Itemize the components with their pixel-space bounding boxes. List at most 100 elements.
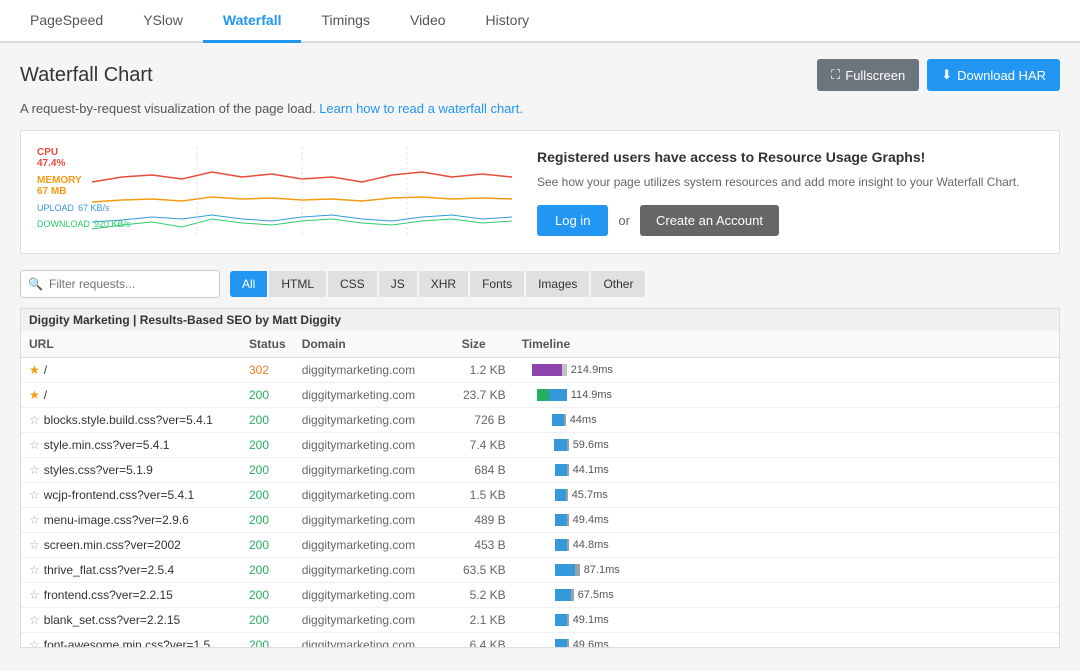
subtitle: A request-by-request visualization of th… (20, 101, 1060, 116)
cell-domain: diggitymarketing.com (294, 433, 454, 458)
table-row[interactable]: ★/200diggitymarketing.com23.7 KB114.9ms (21, 383, 1059, 408)
cell-timeline: 87.1ms (514, 558, 1059, 583)
filter-btn-other[interactable]: Other (591, 271, 645, 297)
cell-timeline: 45.7ms (514, 483, 1059, 508)
table-row[interactable]: ☆blocks.style.build.css?ver=5.4.1200digg… (21, 408, 1059, 433)
table-row[interactable]: ☆wcjp-frontend.css?ver=5.4.1200diggityma… (21, 483, 1059, 508)
cell-domain: diggitymarketing.com (294, 458, 454, 483)
resource-info: Registered users have access to Resource… (537, 149, 1043, 236)
cell-status: 200 (241, 408, 294, 433)
cell-size: 7.4 KB (454, 433, 514, 458)
login-button[interactable]: Log in (537, 205, 608, 236)
cell-size: 1.2 KB (454, 358, 514, 383)
timing-label: 59.6ms (573, 439, 609, 451)
table-row[interactable]: ☆style.min.css?ver=5.4.1200diggitymarket… (21, 433, 1059, 458)
timing-label: 49.1ms (573, 614, 609, 626)
timing-label: 114.9ms (571, 389, 612, 401)
tab-yslow[interactable]: YSlow (123, 0, 203, 43)
cell-timeline: 44ms (514, 408, 1059, 433)
cell-domain: diggitymarketing.com (294, 508, 454, 533)
cell-timeline: 49.6ms (514, 633, 1059, 649)
cell-url: ★/ (21, 358, 241, 383)
row-star-icon: ☆ (29, 413, 40, 427)
tab-history[interactable]: History (466, 0, 550, 43)
timing-label: 67.5ms (578, 589, 614, 601)
cell-status: 200 (241, 458, 294, 483)
cell-timeline: 49.4ms (514, 508, 1059, 533)
filter-input[interactable] (20, 270, 220, 298)
col-header-size: Size (454, 331, 514, 358)
filter-btn-html[interactable]: HTML (269, 271, 326, 297)
col-header-timeline: Timeline (514, 331, 1059, 358)
cell-size: 726 B (454, 408, 514, 433)
row-star-icon: ☆ (29, 613, 40, 627)
table-row[interactable]: ☆thrive_flat.css?ver=2.5.4200diggitymark… (21, 558, 1059, 583)
waterfall-help-link[interactable]: Learn how to read a waterfall chart. (319, 101, 523, 116)
cell-size: 5.2 KB (454, 583, 514, 608)
create-account-button[interactable]: Create an Account (640, 205, 779, 236)
cpu-label: CPU 47.4% (37, 147, 131, 169)
table-row[interactable]: ☆menu-image.css?ver=2.9.6200diggitymarke… (21, 508, 1059, 533)
memory-label: MEMORY 67 MB (37, 175, 131, 197)
site-title-row: Diggity Marketing | Results-Based SEO by… (21, 309, 1059, 331)
table-row[interactable]: ☆frontend.css?ver=2.2.15200diggitymarket… (21, 583, 1059, 608)
timing-label: 45.7ms (572, 489, 608, 501)
cell-domain: diggitymarketing.com (294, 608, 454, 633)
tab-timings[interactable]: Timings (301, 0, 390, 43)
filter-btn-css[interactable]: CSS (328, 271, 377, 297)
cell-status: 200 (241, 483, 294, 508)
resource-info-title: Registered users have access to Resource… (537, 149, 1043, 165)
cell-status: 200 (241, 508, 294, 533)
filter-row: 🔍 AllHTMLCSSJSXHRFontsImagesOther (20, 270, 1060, 298)
waterfall-table-wrapper[interactable]: Diggity Marketing | Results-Based SEO by… (20, 308, 1060, 648)
tab-pagespeed[interactable]: PageSpeed (10, 0, 123, 43)
filter-btn-fonts[interactable]: Fonts (470, 271, 524, 297)
cell-url: ☆blocks.style.build.css?ver=5.4.1 (21, 408, 241, 433)
cell-url: ☆blank_set.css?ver=2.2.15 (21, 608, 241, 633)
table-row[interactable]: ☆font-awesome.min.css?ver=1.5200diggitym… (21, 633, 1059, 649)
col-header-domain: Domain (294, 331, 454, 358)
timing-label: 44ms (570, 414, 597, 426)
cell-size: 63.5 KB (454, 558, 514, 583)
tab-video[interactable]: Video (390, 0, 466, 43)
filter-btn-js[interactable]: JS (379, 271, 417, 297)
cell-url: ★/ (21, 383, 241, 408)
timing-label: 44.8ms (573, 539, 609, 551)
resource-graph-svg (92, 147, 512, 237)
main-content: Waterfall Chart ⛶ Fullscreen ⬇ Download … (0, 43, 1080, 664)
filter-btn-xhr[interactable]: XHR (419, 271, 468, 297)
tab-waterfall[interactable]: Waterfall (203, 0, 302, 43)
cell-url: ☆screen.min.css?ver=2002 (21, 533, 241, 558)
row-star-icon: ★ (29, 363, 40, 377)
cell-domain: diggitymarketing.com (294, 383, 454, 408)
fullscreen-icon: ⛶ (831, 67, 840, 83)
row-star-icon: ☆ (29, 463, 40, 477)
cell-domain: diggitymarketing.com (294, 408, 454, 433)
cell-size: 453 B (454, 533, 514, 558)
timing-label: 87.1ms (584, 564, 620, 576)
upload-label: UPLOAD 67 KB/s (37, 203, 131, 213)
filter-buttons: AllHTMLCSSJSXHRFontsImagesOther (230, 271, 645, 297)
table-row[interactable]: ★/302diggitymarketing.com1.2 KB214.9ms (21, 358, 1059, 383)
table-row[interactable]: ☆styles.css?ver=5.1.9200diggitymarketing… (21, 458, 1059, 483)
filter-btn-all[interactable]: All (230, 271, 267, 297)
row-star-icon: ☆ (29, 438, 40, 452)
fullscreen-button[interactable]: ⛶ Fullscreen (817, 59, 919, 91)
table-row[interactable]: ☆blank_set.css?ver=2.2.15200diggitymarke… (21, 608, 1059, 633)
row-star-icon: ☆ (29, 488, 40, 502)
cell-size: 23.7 KB (454, 383, 514, 408)
download-har-button[interactable]: ⬇ Download HAR (927, 59, 1060, 91)
filter-btn-images[interactable]: Images (526, 271, 589, 297)
cell-size: 6.4 KB (454, 633, 514, 649)
cell-status: 200 (241, 633, 294, 649)
cell-timeline: 44.1ms (514, 458, 1059, 483)
row-star-icon: ★ (29, 388, 40, 402)
subtitle-text: A request-by-request visualization of th… (20, 101, 316, 116)
cell-domain: diggitymarketing.com (294, 583, 454, 608)
tab-bar: PageSpeedYSlowWaterfallTimingsVideoHisto… (0, 0, 1080, 43)
download-har-label: Download HAR (957, 68, 1046, 83)
table-row[interactable]: ☆screen.min.css?ver=2002200diggitymarket… (21, 533, 1059, 558)
timing-label: 44.1ms (573, 464, 609, 476)
cell-status: 200 (241, 433, 294, 458)
cell-domain: diggitymarketing.com (294, 533, 454, 558)
